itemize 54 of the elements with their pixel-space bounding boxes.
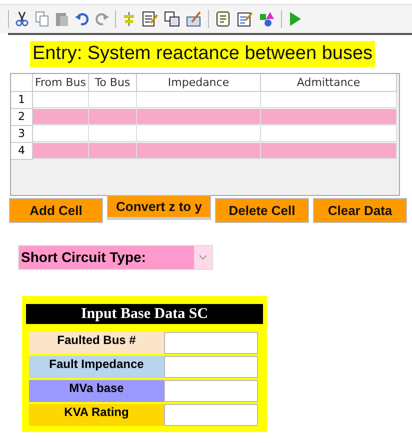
cut-icon[interactable] [15,11,29,27]
table-cell[interactable] [137,143,261,159]
document-icon[interactable] [215,11,231,27]
redo-icon[interactable] [95,11,109,27]
table-cell[interactable] [33,143,89,159]
corner-cell [11,74,33,92]
section-title: Entry: System reactance between buses [30,41,375,67]
row-number: 4 [11,143,33,160]
table-cell[interactable] [261,126,397,142]
field-label: MVa base [29,380,164,402]
action-button[interactable]: Add Cell [9,198,103,223]
dropdown[interactable]: Short Circuit Type: [18,245,213,270]
input-field[interactable] [164,404,258,426]
table-cell[interactable] [89,109,137,125]
table-cell[interactable] [137,126,261,142]
table-cell[interactable] [89,92,137,108]
table-cell[interactable] [33,109,89,125]
document-edit-icon[interactable] [142,11,158,27]
paste-icon[interactable] [55,11,69,27]
input-field[interactable] [164,356,258,378]
table-cell[interactable] [33,126,89,142]
input-field[interactable] [164,380,258,402]
undo-icon[interactable] [75,11,89,27]
shapes-icon[interactable] [259,11,275,27]
panel-title: Input Base Data SC [26,304,263,324]
table-cell[interactable] [137,109,261,125]
table-cell[interactable] [261,109,397,125]
table-cell[interactable] [137,92,261,108]
row-number: 1 [11,92,33,109]
input-field[interactable] [164,332,258,354]
field-label: Fault Impedance [29,356,164,378]
field-label: Faulted Bus # [29,332,164,354]
table-cell[interactable] [89,126,137,142]
chevron-down-icon [199,255,207,260]
row-number: 2 [11,109,33,126]
list-edit-icon[interactable] [237,11,253,27]
column-header: Admittance [261,74,397,92]
pencil-window-icon[interactable] [186,11,202,27]
table-cell[interactable] [261,92,397,108]
play-icon[interactable] [288,11,302,27]
table-icon[interactable] [164,11,180,27]
action-button[interactable]: Delete Cell [215,198,309,223]
action-button[interactable]: Convert z to y [107,195,211,220]
column-header: From Bus [33,74,89,92]
align-icon[interactable] [122,11,136,27]
table-cell[interactable] [261,143,397,159]
action-button[interactable]: Clear Data [313,198,407,223]
column-header: To Bus [89,74,137,92]
copy-icon[interactable] [35,11,49,27]
table-cell[interactable] [33,92,89,108]
field-label: KVA Rating [29,404,164,426]
column-header: Impedance [137,74,261,92]
table-cell[interactable] [89,143,137,159]
row-number: 3 [11,126,33,143]
